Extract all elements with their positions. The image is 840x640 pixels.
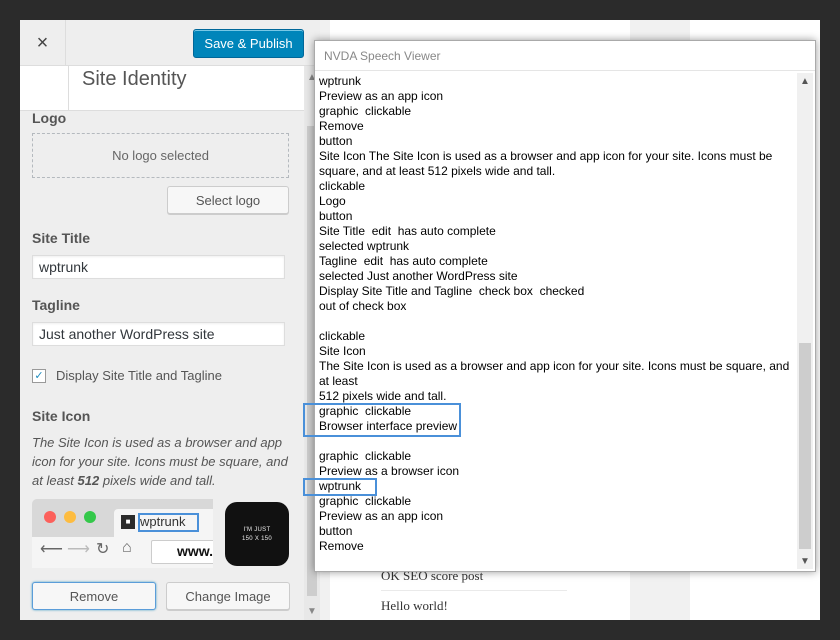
speech-highlight-browser-preview bbox=[303, 403, 461, 437]
select-logo-button[interactable]: Select logo bbox=[167, 186, 289, 214]
speech-line: Logo bbox=[319, 194, 346, 208]
scroll-down-icon[interactable]: ▼ bbox=[307, 606, 317, 617]
minimize-dot-icon bbox=[64, 511, 76, 523]
speech-line: button bbox=[319, 524, 353, 538]
focus-highlight bbox=[138, 513, 199, 532]
logo-label: Logo bbox=[32, 110, 67, 126]
speech-line: graphic clickable bbox=[319, 449, 412, 463]
app-icon-text-line1: I'M JUST bbox=[243, 526, 271, 533]
save-publish-button[interactable]: Save & Publish bbox=[193, 29, 304, 58]
site-icon-description: The Site Icon is used as a browser and a… bbox=[32, 433, 294, 490]
speech-line: Site Icon bbox=[319, 344, 366, 358]
logo-placeholder: No logo selected bbox=[32, 133, 289, 178]
back-button[interactable] bbox=[68, 66, 69, 111]
speech-viewer-scrollbar[interactable]: ▲ ▼ bbox=[797, 73, 813, 569]
scroll-thumb[interactable] bbox=[799, 343, 811, 549]
reload-icon: ↻ bbox=[96, 541, 110, 558]
maximize-dot-icon bbox=[84, 511, 96, 523]
app-icon-text-line2: 150 X 150 bbox=[241, 535, 273, 542]
section-title: Site Identity bbox=[82, 68, 187, 90]
site-icon-label: Site Icon bbox=[32, 408, 91, 424]
speech-line: The Site Icon is used as a browser and a… bbox=[319, 359, 790, 388]
change-image-button[interactable]: Change Image bbox=[166, 582, 290, 610]
speech-line: button bbox=[319, 134, 353, 148]
speech-line: Preview as an app icon bbox=[319, 89, 444, 103]
speech-line: graphic clickable bbox=[319, 494, 412, 508]
speech-line: Site Title edit has auto complete bbox=[319, 224, 496, 238]
speech-line: 512 pixels wide and tall. bbox=[319, 389, 447, 403]
remove-button[interactable]: Remove bbox=[32, 582, 156, 610]
speech-line: out of check box bbox=[319, 299, 407, 313]
site-icon-desc-size: 512 bbox=[77, 473, 100, 488]
speech-line: selected Just another WordPress site bbox=[319, 269, 518, 283]
browser-icon-preview[interactable]: ■ wptrunk ⟵ ⟶ ↻ ⌂ www. bbox=[32, 499, 213, 568]
speech-line: Preview as a browser icon bbox=[319, 464, 460, 478]
forward-arrow-icon: ⟶ bbox=[67, 541, 90, 558]
site-icon-desc-text-end: pixels wide and tall. bbox=[99, 473, 216, 488]
display-title-label[interactable]: Display Site Title and Tagline bbox=[56, 368, 222, 383]
speech-viewer-title: NVDA Speech Viewer bbox=[324, 49, 441, 63]
speech-line: wptrunk bbox=[319, 479, 362, 493]
speech-line bbox=[319, 314, 797, 329]
app-icon-preview[interactable]: I'M JUST 150 X 150 bbox=[225, 502, 289, 566]
speech-line: Preview as an app icon bbox=[319, 509, 444, 523]
display-title-checkbox[interactable]: ✓ bbox=[32, 369, 46, 383]
speech-viewer-window: NVDA Speech Viewer wptrunk Preview as an… bbox=[303, 40, 816, 572]
speech-highlight-wptrunk bbox=[303, 478, 377, 496]
address-text: www. bbox=[177, 543, 213, 559]
screen: OK SEO score post Hello world! × Save & … bbox=[20, 20, 820, 620]
speech-line: clickable bbox=[319, 179, 366, 193]
home-icon: ⌂ bbox=[122, 539, 132, 556]
scroll-down-icon[interactable]: ▼ bbox=[800, 556, 810, 567]
speech-line: wptrunk bbox=[319, 74, 362, 88]
close-icon[interactable]: × bbox=[20, 20, 66, 66]
speech-line: clickable bbox=[319, 329, 366, 343]
speech-viewer-titlebar[interactable]: NVDA Speech Viewer bbox=[315, 41, 815, 71]
speech-line: Remove bbox=[319, 119, 364, 133]
favicon-icon: ■ bbox=[121, 515, 135, 529]
speech-log[interactable]: wptrunk Preview as an app icon graphic c… bbox=[319, 74, 797, 567]
tagline-label: Tagline bbox=[32, 297, 80, 313]
back-arrow-icon: ⟵ bbox=[40, 541, 63, 558]
speech-line: Remove bbox=[319, 539, 364, 553]
site-title-input[interactable]: wptrunk bbox=[32, 255, 285, 279]
speech-line: Tagline edit has auto complete bbox=[319, 254, 488, 268]
post-divider bbox=[381, 590, 567, 591]
speech-line: button bbox=[319, 209, 353, 223]
customizer-header: × Save & Publish bbox=[20, 20, 320, 66]
site-title-label: Site Title bbox=[32, 230, 91, 246]
speech-line: graphic clickable bbox=[319, 104, 412, 118]
speech-line: Site Icon The Site Icon is used as a bro… bbox=[319, 149, 773, 178]
speech-line: Display Site Title and Tagline check box… bbox=[319, 284, 585, 298]
close-dot-icon bbox=[44, 511, 56, 523]
tagline-input[interactable]: Just another WordPress site bbox=[32, 322, 285, 346]
recent-post-link[interactable]: Hello world! bbox=[381, 598, 448, 614]
scroll-up-icon[interactable]: ▲ bbox=[800, 76, 810, 87]
section-header: Site Identity bbox=[20, 66, 304, 111]
speech-line: selected wptrunk bbox=[319, 239, 410, 253]
